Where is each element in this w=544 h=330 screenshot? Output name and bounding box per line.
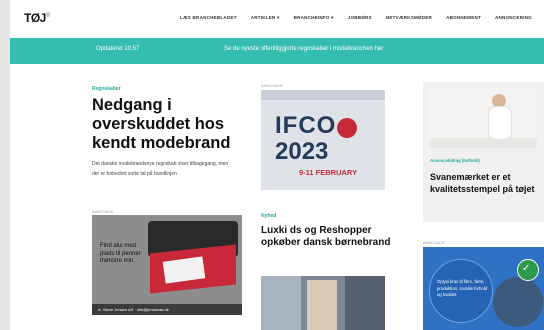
article-image[interactable]: [261, 276, 385, 330]
page: TØJ® LÆS BRANCHEBLADET ARTIKLER ▾ BRANCH…: [10, 0, 544, 330]
nav-item-brancheinfo[interactable]: BRANCHEINFO ▾: [294, 15, 334, 21]
updated-time: Opdateret 10.57: [96, 46, 140, 52]
nav-item-netvaerksmoeder[interactable]: NETVÆRKSMØDER: [386, 15, 432, 21]
info-banner: Opdateret 10.57 Se de nyeste offentliggj…: [10, 38, 544, 64]
child-body: [488, 106, 512, 140]
ad-label: ANNONCE: [261, 83, 284, 88]
event-name: IFCO: [275, 112, 337, 139]
lead-headline[interactable]: Nedgang i overskuddet hos kendt modebran…: [92, 96, 252, 153]
ad-text: Oplysi krav til fibre, farte, produktion…: [437, 279, 488, 297]
site-logo[interactable]: TØJ®: [24, 11, 50, 25]
nav-item-abonnement[interactable]: ABONNEMENT: [446, 15, 481, 21]
snowflake-icon: [337, 118, 357, 138]
advertisement-banner[interactable]: Find alui med plads til penner mønstre m…: [92, 215, 242, 315]
image-part: [345, 276, 385, 330]
ad-label: ANNONCE: [92, 209, 115, 214]
nav-item-annoncering[interactable]: ANNONCERING: [495, 15, 532, 21]
ad-strip: [261, 90, 385, 100]
event-advertisement[interactable]: IFCO 2023 9-11 FEBRUARY: [261, 90, 385, 190]
article-headline[interactable]: Luxki ds og Reshopper opkøber dansk børn…: [261, 225, 391, 249]
floor: [430, 138, 537, 148]
ad-text: Find alui med plads til penner mønstre m…: [100, 243, 141, 264]
ad-label: ANNONCE: [423, 240, 446, 245]
sponsored-headline[interactable]: Svanemærket er et kvalitetsstempel på tø…: [430, 171, 538, 195]
child-photo[interactable]: [430, 88, 537, 148]
swan-label-icon: ✓: [517, 259, 539, 281]
event-year: 2023: [275, 138, 329, 165]
swan-label-advertisement[interactable]: Oplysi krav til fibre, farte, produktion…: [423, 247, 544, 330]
image-part: [307, 280, 337, 330]
article-category[interactable]: Nyhed: [261, 213, 276, 219]
image-part: [261, 276, 301, 330]
article-category[interactable]: Regnskaber: [92, 86, 121, 92]
event-dates: 9-11 FEBRUARY: [299, 168, 358, 177]
nav-item-laes-branchebladet[interactable]: LÆS BRANCHEBLADET: [180, 15, 237, 21]
lead-summary: Det danske modebrandsnye regnskab viser …: [92, 161, 229, 177]
nav-item-artikler[interactable]: ARTIKLER ▾: [251, 15, 280, 21]
nav-item-jobboers[interactable]: JOBBØRS: [348, 15, 372, 21]
ad-footer: A. Steve Jensen AS · info@jensenas.dk: [92, 304, 242, 315]
fabric-image: [493, 277, 543, 327]
banner-link[interactable]: Se de nyeste offentliggjorte regnskaber …: [224, 46, 383, 52]
site-header: TØJ® LÆS BRANCHEBLADET ARTIKLER ▾ BRANCH…: [10, 0, 544, 38]
article-category[interactable]: Annoncebidrag (Indhold): [430, 158, 480, 163]
main-nav: LÆS BRANCHEBLADET ARTIKLER ▾ BRANCHEINFO…: [180, 15, 544, 21]
